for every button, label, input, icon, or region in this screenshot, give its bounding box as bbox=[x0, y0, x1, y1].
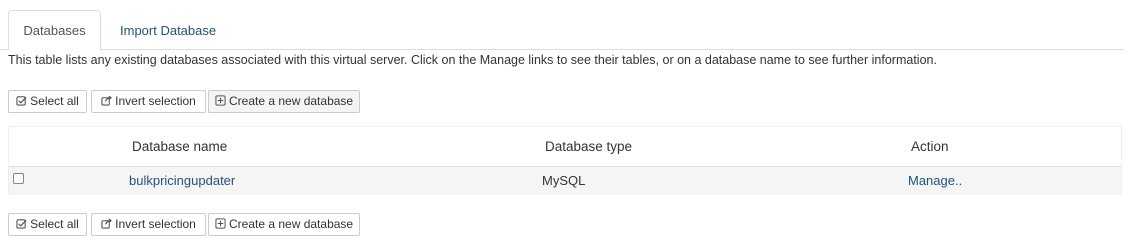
tab-databases[interactable]: Databases bbox=[8, 10, 101, 51]
share-icon bbox=[101, 218, 113, 229]
invert-selection-button[interactable]: Invert selection bbox=[91, 213, 206, 236]
table-header: Database name Database type Action bbox=[9, 127, 1121, 167]
select-all-label: Select all bbox=[30, 217, 79, 231]
checkbox-icon bbox=[16, 96, 27, 106]
database-type: MySQL bbox=[542, 173, 586, 188]
checkbox-icon bbox=[16, 219, 27, 229]
create-database-button[interactable]: Create a new database bbox=[208, 213, 360, 236]
databases-table: Database name Database type Action bulkp… bbox=[8, 126, 1122, 195]
select-all-button[interactable]: Select all bbox=[8, 213, 87, 236]
column-header-database-name: Database name bbox=[132, 139, 228, 154]
database-name-link[interactable]: bulkpricingupdater bbox=[129, 167, 235, 195]
plus-square-icon bbox=[215, 218, 226, 229]
plus-square-icon bbox=[215, 95, 226, 106]
select-all-button[interactable]: Select all bbox=[8, 90, 87, 113]
intro-text: This table lists any existing databases … bbox=[8, 53, 937, 67]
create-database-label: Create a new database bbox=[229, 94, 354, 108]
column-header-action: Action bbox=[911, 139, 949, 154]
create-database-button[interactable]: Create a new database bbox=[208, 90, 360, 113]
table-row: bulkpricingupdater MySQL Manage.. bbox=[9, 167, 1121, 195]
tab-import-database[interactable]: Import Database bbox=[104, 10, 232, 51]
row-checkbox[interactable] bbox=[13, 173, 24, 184]
invert-selection-label: Invert selection bbox=[115, 94, 196, 108]
column-header-database-type: Database type bbox=[545, 139, 633, 154]
invert-selection-button[interactable]: Invert selection bbox=[91, 90, 206, 113]
manage-link[interactable]: Manage.. bbox=[908, 167, 962, 195]
invert-selection-label: Invert selection bbox=[115, 217, 196, 231]
tab-bar: Databases Import Database bbox=[0, 0, 1124, 51]
select-all-label: Select all bbox=[30, 94, 79, 108]
share-icon bbox=[101, 95, 113, 106]
create-database-label: Create a new database bbox=[229, 217, 354, 231]
